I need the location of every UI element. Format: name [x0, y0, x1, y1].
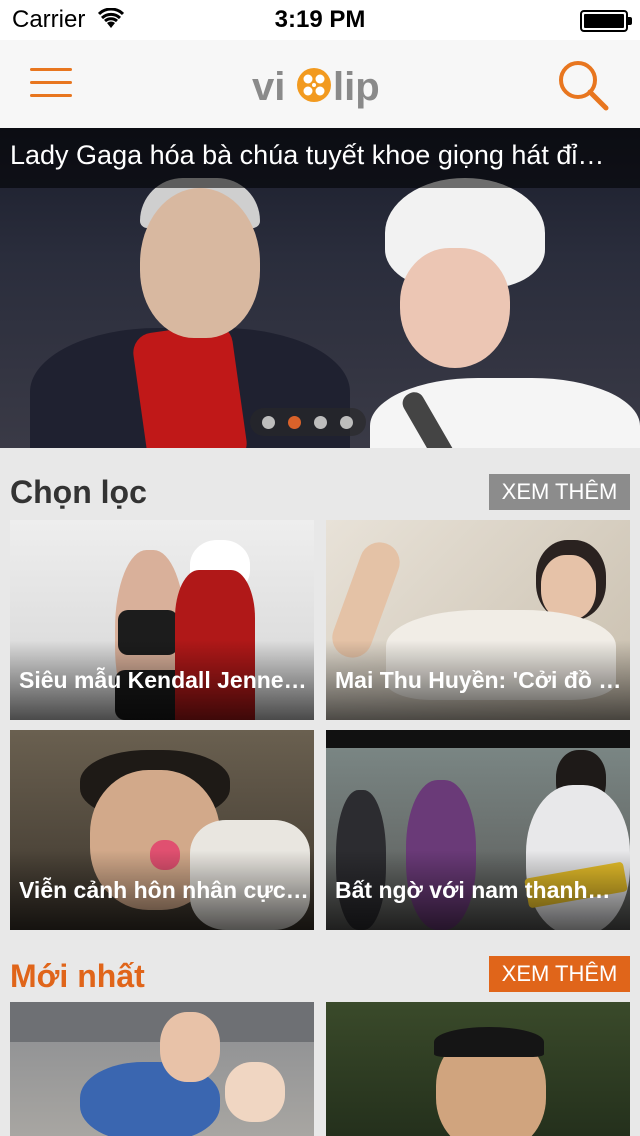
hero-caption: Lady Gaga hóa bà chúa tuyết khoe giọng h… [10, 140, 605, 170]
hamburger-menu-icon[interactable] [30, 68, 72, 98]
hero-caption-bar: Lady Gaga hóa bà chúa tuyết khoe giọng h… [0, 128, 640, 188]
status-time: 3:19 PM [274, 6, 366, 33]
latest-more-button[interactable]: XEM THÊM [489, 956, 630, 992]
video-title: Siêu mẫu Kendall Jenne… [19, 667, 307, 693]
hero-image-face [140, 188, 260, 338]
featured-more-button[interactable]: XEM THÊM [489, 474, 630, 510]
video-title: Bất ngờ với nam thanh… [335, 877, 611, 903]
video-card[interactable]: Mai Thu Huyền: 'Cởi đồ l… [326, 520, 630, 720]
video-title: Viễn cảnh hôn nhân cực… [19, 877, 309, 903]
video-card[interactable] [10, 1002, 314, 1136]
section-title-latest: Mới nhất [10, 958, 145, 994]
hero-image-scarf [130, 321, 250, 448]
search-icon[interactable] [556, 58, 612, 114]
page-dot[interactable] [262, 416, 275, 429]
video-title: Mai Thu Huyền: 'Cởi đồ l… [335, 667, 625, 693]
video-card[interactable]: Viễn cảnh hôn nhân cực… [10, 730, 314, 930]
video-card[interactable] [326, 1002, 630, 1136]
viclip-logo[interactable]: vi lip [252, 56, 392, 112]
hero-image-face-2 [400, 248, 510, 368]
battery-tip [628, 17, 632, 25]
video-card[interactable]: Bất ngờ với nam thanh… [326, 730, 630, 930]
svg-text:lip: lip [333, 65, 380, 109]
section-title-featured: Chọn lọc [10, 474, 147, 510]
page-dot[interactable] [340, 416, 353, 429]
page-dot[interactable] [314, 416, 327, 429]
hero-banner[interactable]: Lady Gaga hóa bà chúa tuyết khoe giọng h… [0, 128, 640, 448]
nav-bar: vi lip [0, 40, 640, 128]
status-bar: Carrier 3:19 PM [0, 0, 640, 40]
battery-icon [580, 10, 628, 32]
page-indicator[interactable] [250, 408, 366, 436]
page-dot-active[interactable] [288, 416, 301, 429]
video-card[interactable]: Siêu mẫu Kendall Jenne… [10, 520, 314, 720]
svg-text:vi: vi [252, 65, 285, 109]
